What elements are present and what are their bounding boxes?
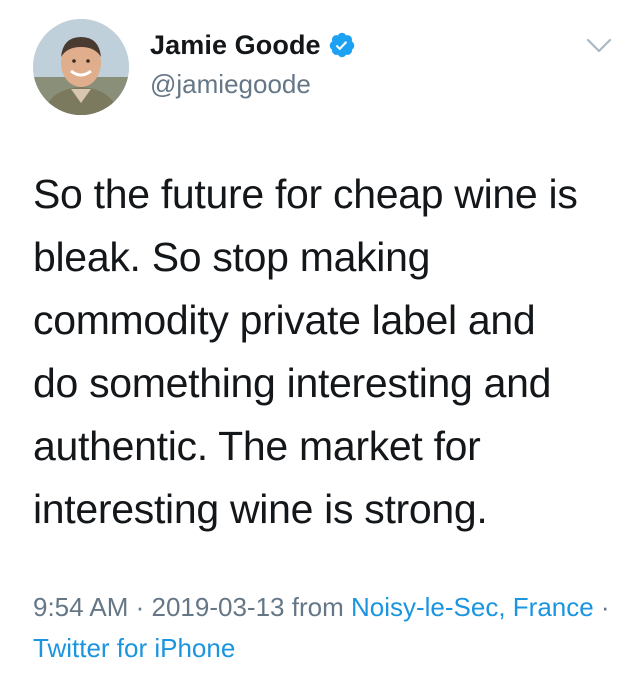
from-label: from bbox=[284, 592, 351, 622]
tweet-time[interactable]: 9:54 AM bbox=[33, 592, 128, 622]
display-name-row: Jamie Goode bbox=[150, 27, 356, 63]
user-handle[interactable]: @jamiegoode bbox=[150, 69, 356, 100]
meta-separator: · bbox=[128, 592, 152, 622]
tweet-card: Jamie Goode @jamiegoode So the future fo… bbox=[0, 0, 640, 693]
user-names: Jamie Goode @jamiegoode bbox=[150, 27, 356, 100]
tweet-text: So the future for cheap wine is bleak. S… bbox=[33, 171, 578, 532]
chevron-down-icon[interactable] bbox=[586, 38, 612, 54]
source-link[interactable]: Twitter for iPhone bbox=[33, 633, 235, 663]
verified-badge-icon bbox=[328, 31, 356, 59]
avatar[interactable] bbox=[33, 19, 129, 115]
location-link[interactable]: Noisy-le-Sec, France bbox=[351, 592, 594, 622]
tweet-meta: 9:54 AM · 2019-03-13 from Noisy-le-Sec, … bbox=[33, 587, 613, 669]
avatar-photo-icon bbox=[33, 19, 129, 115]
meta-separator: · bbox=[593, 592, 610, 622]
tweet-header: Jamie Goode @jamiegoode bbox=[0, 0, 640, 140]
display-name[interactable]: Jamie Goode bbox=[150, 30, 321, 61]
tweet-date[interactable]: 2019-03-13 bbox=[152, 592, 285, 622]
